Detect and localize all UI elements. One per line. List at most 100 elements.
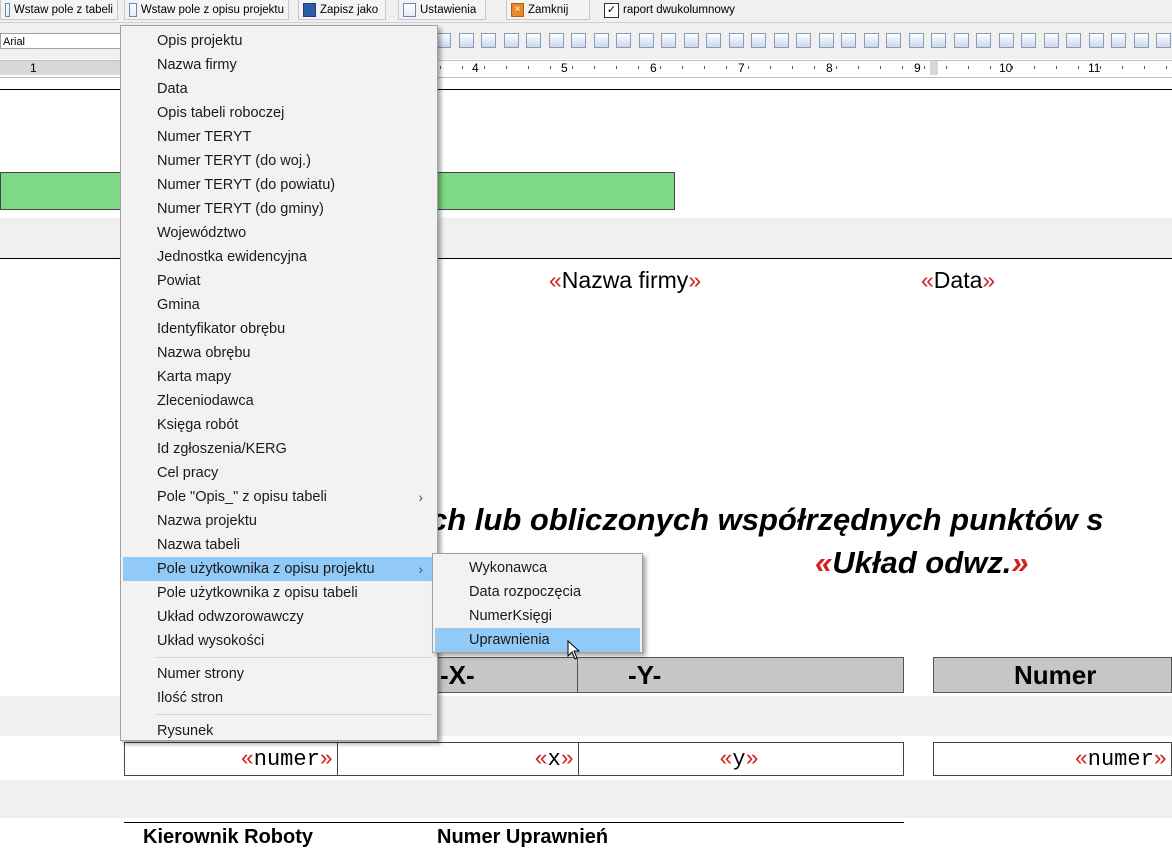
format-tool-icon[interactable]: [661, 33, 676, 48]
format-tool-icon[interactable]: [1134, 33, 1149, 48]
submenu-item[interactable]: Data rozpoczęcia: [435, 580, 640, 604]
row-field-numer[interactable]: «numer»: [124, 742, 338, 776]
menu-item[interactable]: Opis tabeli roboczej: [123, 101, 435, 125]
menu-item[interactable]: Układ odwzorowawczy: [123, 605, 435, 629]
format-tool-icon[interactable]: [729, 33, 744, 48]
format-tool-icon[interactable]: [549, 33, 564, 48]
menu-item[interactable]: Cel pracy: [123, 461, 435, 485]
format-tool-icon[interactable]: [954, 33, 969, 48]
menu-item[interactable]: Rysunek: [123, 719, 435, 743]
insert-field-from-project-button[interactable]: Wstaw pole z opisu projektu: [124, 0, 289, 20]
format-tool-icon[interactable]: [639, 33, 654, 48]
font-select[interactable]: Arial: [0, 33, 122, 49]
menu-item[interactable]: Identyfikator obrębu: [123, 317, 435, 341]
format-tool-icon[interactable]: [819, 33, 834, 48]
submenu-item[interactable]: NumerKsięgi: [435, 604, 640, 628]
ruler-tick: [704, 66, 705, 69]
row-field-numer-2[interactable]: «numer»: [933, 742, 1172, 776]
row-field-y[interactable]: «y»: [578, 742, 904, 776]
ruler-tick: [946, 66, 947, 69]
format-tool-icon[interactable]: [706, 33, 721, 48]
format-tool-icon[interactable]: [1111, 33, 1126, 48]
menu-item[interactable]: Opis projektu: [123, 29, 435, 53]
insert-field-from-table-button[interactable]: Wstaw pole z tabeli: [0, 0, 118, 20]
menu-item[interactable]: Województwo: [123, 221, 435, 245]
menu-item-label: Układ odwzorowawczy: [157, 609, 304, 625]
format-tool-icon[interactable]: [909, 33, 924, 48]
ruler-tick: [638, 66, 639, 69]
format-tool-icon[interactable]: [864, 33, 879, 48]
format-tool-icon[interactable]: [436, 33, 451, 48]
menu-item[interactable]: Numer strony: [123, 662, 435, 686]
format-tool-icon[interactable]: [1021, 33, 1036, 48]
menu-item[interactable]: Gmina: [123, 293, 435, 317]
format-tool-icon[interactable]: [616, 33, 631, 48]
ruler-tick: [858, 66, 859, 69]
format-tool-icon[interactable]: [886, 33, 901, 48]
projection-field[interactable]: «Układ odwz.»: [815, 545, 1029, 581]
ruler-tick: [616, 66, 617, 69]
format-tool-icon[interactable]: [571, 33, 586, 48]
company-name-field[interactable]: «Nazwa firmy»: [549, 267, 701, 294]
format-tool-icon[interactable]: [1156, 33, 1171, 48]
menu-item[interactable]: Numer TERYT (do powiatu): [123, 173, 435, 197]
menu-separator: [155, 714, 431, 715]
menu-item[interactable]: Nazwa projektu: [123, 509, 435, 533]
format-tool-icon[interactable]: [594, 33, 609, 48]
ruler-tick: [1122, 66, 1123, 69]
format-tool-icon[interactable]: [481, 33, 496, 48]
format-tool-icon[interactable]: [796, 33, 811, 48]
format-tool-icon[interactable]: [751, 33, 766, 48]
menu-item[interactable]: Numer TERYT: [123, 125, 435, 149]
menu-item[interactable]: Id zgłoszenia/KERG: [123, 437, 435, 461]
menu-item-label: Numer TERYT (do woj.): [157, 153, 311, 169]
menu-item-label: Numer TERYT (do powiatu): [157, 177, 336, 193]
format-tool-icon[interactable]: [999, 33, 1014, 48]
settings-button[interactable]: Ustawienia: [398, 0, 486, 20]
menu-item[interactable]: Numer TERYT (do gminy): [123, 197, 435, 221]
save-icon: [303, 2, 316, 17]
close-button[interactable]: × Zamknij: [506, 0, 590, 20]
menu-item[interactable]: Nazwa obrębu: [123, 341, 435, 365]
format-tool-icon[interactable]: [774, 33, 789, 48]
two-column-report-checkbox[interactable]: ✓ raport dwukolumnowy: [600, 0, 740, 20]
row-field-x[interactable]: «x»: [337, 742, 579, 776]
menu-item[interactable]: Nazwa firmy: [123, 53, 435, 77]
menu-item[interactable]: Księga robót: [123, 413, 435, 437]
menu-item[interactable]: Powiat: [123, 269, 435, 293]
format-tool-icon[interactable]: [1066, 33, 1081, 48]
format-tool-icon[interactable]: [504, 33, 519, 48]
format-tool-icon[interactable]: [1089, 33, 1104, 48]
menu-item[interactable]: Układ wysokości: [123, 629, 435, 653]
format-tool-icon[interactable]: [526, 33, 541, 48]
menu-item[interactable]: Pole "Opis_" z opisu tabeli ›: [123, 485, 435, 509]
save-as-button[interactable]: Zapisz jako: [298, 0, 386, 20]
close-label: Zamknij: [528, 3, 569, 16]
menu-item[interactable]: Numer TERYT (do woj.): [123, 149, 435, 173]
menu-item[interactable]: Ilość stron: [123, 686, 435, 710]
format-tool-icon[interactable]: [976, 33, 991, 48]
ruler-tick: [990, 66, 991, 69]
date-field[interactable]: «Data»: [921, 267, 995, 294]
submenu-item[interactable]: Wykonawca: [435, 556, 640, 580]
format-tool-icon[interactable]: [841, 33, 856, 48]
menu-item[interactable]: Pole użytkownika z opisu tabeli: [123, 581, 435, 605]
format-tool-icon[interactable]: [1044, 33, 1059, 48]
menu-item[interactable]: Data: [123, 77, 435, 101]
menu-item[interactable]: Karta mapy: [123, 365, 435, 389]
menu-item[interactable]: Zleceniodawca: [123, 389, 435, 413]
ruler-tick: [748, 66, 749, 69]
menu-item[interactable]: Jednostka ewidencyjna: [123, 245, 435, 269]
menu-item[interactable]: Nazwa tabeli: [123, 533, 435, 557]
checkbox-check-icon: ✓: [604, 2, 619, 18]
format-tool-icon[interactable]: [459, 33, 474, 48]
top-toolbar: Wstaw pole z tabeli Wstaw pole z opisu p…: [0, 0, 1172, 23]
format-tool-icon[interactable]: [931, 33, 946, 48]
report-title: ch lub obliczonych współrzędnych punktów…: [430, 502, 1104, 537]
menu-item[interactable]: Pole użytkownika z opisu projektu ›: [123, 557, 435, 581]
menu-item-label: Id zgłoszenia/KERG: [157, 441, 287, 457]
submenu-item[interactable]: Uprawnienia: [435, 628, 640, 652]
format-tool-icon[interactable]: [684, 33, 699, 48]
column-header-x: -X-: [415, 657, 578, 693]
manager-label: Kierownik Roboty: [143, 826, 314, 848]
